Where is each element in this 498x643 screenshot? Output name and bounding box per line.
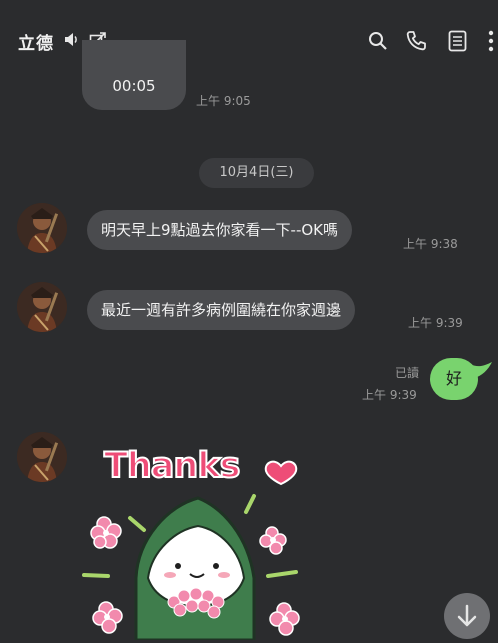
avatar[interactable]	[17, 203, 67, 253]
message-time: 上午 9:05	[196, 94, 251, 108]
sticker[interactable]: Thanks	[78, 438, 308, 640]
avatar[interactable]	[17, 282, 67, 332]
chat-title: 立德	[18, 34, 54, 54]
arrow-down-icon	[457, 604, 477, 627]
scroll-to-bottom-button[interactable]	[444, 593, 490, 639]
message-bubble[interactable]: 明天早上9點過去你家看一下--OK嗎	[87, 210, 353, 250]
more-icon[interactable]	[487, 30, 495, 52]
speaker-icon[interactable]	[63, 31, 80, 48]
voice-message-bubble[interactable]: 00:05	[82, 40, 186, 110]
bubble-tail-icon	[470, 362, 492, 378]
phone-icon[interactable]	[405, 30, 427, 52]
read-receipt: 已讀	[395, 366, 420, 380]
message-bubble[interactable]: 最近一週有許多病例圍繞在你家週邊	[87, 290, 356, 330]
search-icon[interactable]	[368, 31, 388, 51]
date-separator: 10月4日(三)	[199, 158, 314, 188]
message-time: 上午 9:39	[408, 316, 463, 330]
chat-area[interactable]: 00:05 上午 9:05 10月4日(三) 明天早上9點過去你家看一下--OK…	[0, 40, 498, 640]
message-time: 上午 9:39	[362, 388, 417, 402]
message-time: 上午 9:38	[403, 237, 458, 251]
voice-duration: 00:05	[112, 77, 156, 95]
avatar[interactable]	[17, 432, 67, 482]
notes-icon[interactable]	[448, 30, 467, 52]
